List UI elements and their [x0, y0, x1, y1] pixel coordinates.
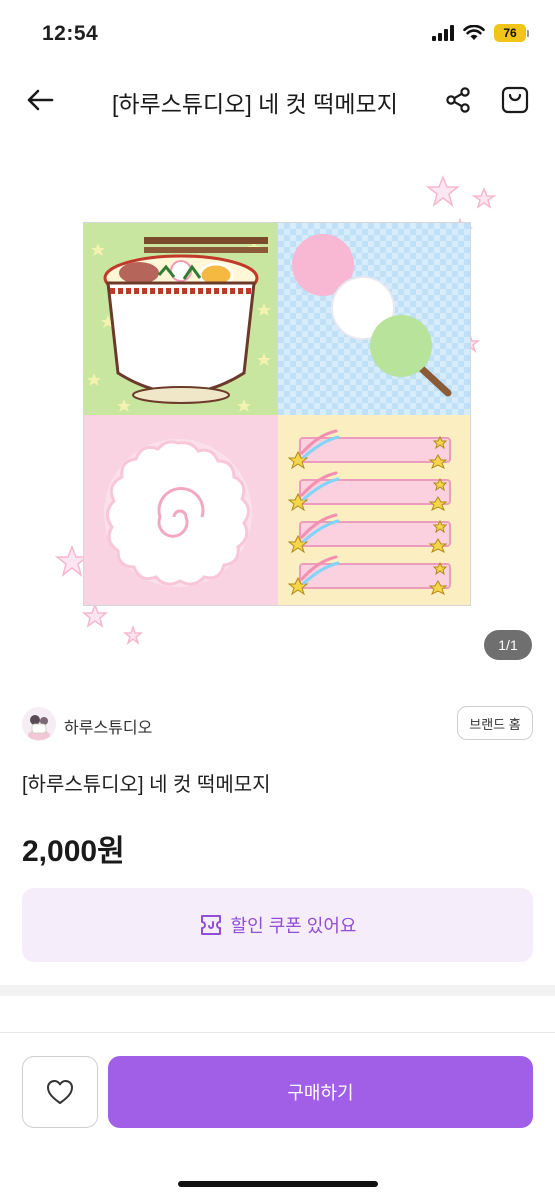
ramen-memo-quadrant	[84, 223, 278, 415]
status-time: 12:54	[42, 22, 99, 45]
back-button[interactable]	[22, 82, 58, 118]
wifi-icon	[463, 25, 485, 40]
arrow-left-icon	[27, 89, 54, 111]
seller-row[interactable]: 하루스튜디오 브랜드 홈	[22, 705, 533, 743]
share-icon	[446, 87, 470, 113]
star-lines-memo-quadrant	[278, 415, 470, 605]
battery-icon: 76	[494, 24, 529, 42]
cart-button[interactable]	[497, 82, 533, 118]
product-price: 2,000원	[22, 835, 125, 868]
image-page-indicator: 1/1	[484, 630, 532, 660]
buy-button[interactable]: 구매하기	[108, 1056, 533, 1128]
coupon-label: 할인 쿠폰 있어요	[230, 916, 357, 936]
memo-preview	[83, 222, 471, 606]
coupon-banner[interactable]: 할인 쿠폰 있어요	[22, 888, 533, 962]
bottom-bar-divider	[0, 1032, 555, 1033]
status-bar: 12:54 76	[0, 0, 555, 70]
product-image[interactable]: 1/1	[0, 165, 555, 670]
seller-avatar[interactable]	[22, 707, 56, 741]
share-button[interactable]	[440, 82, 476, 118]
battery-level: 76	[494, 24, 526, 42]
home-indicator	[178, 1181, 378, 1187]
wishlist-button[interactable]	[22, 1056, 98, 1128]
cellular-signal-icon	[432, 25, 454, 41]
product-name: [하루스튜디오] 네 컷 떡메모지	[22, 774, 271, 796]
seller-name[interactable]: 하루스튜디오	[64, 714, 152, 738]
page-title: [하루스튜디오] 네 컷 떡메모지	[112, 91, 398, 117]
status-icons: 76	[432, 24, 529, 42]
shopping-bag-icon	[501, 86, 529, 114]
section-divider	[0, 985, 555, 996]
heart-icon	[47, 1080, 73, 1104]
naruto-memo-quadrant	[84, 415, 278, 605]
coupon-icon	[200, 915, 221, 935]
dango-memo-quadrant	[278, 223, 470, 415]
brand-home-button[interactable]: 브랜드 홈	[457, 706, 533, 740]
top-nav: [하루스튜디오] 네 컷 떡메모지	[0, 70, 555, 128]
